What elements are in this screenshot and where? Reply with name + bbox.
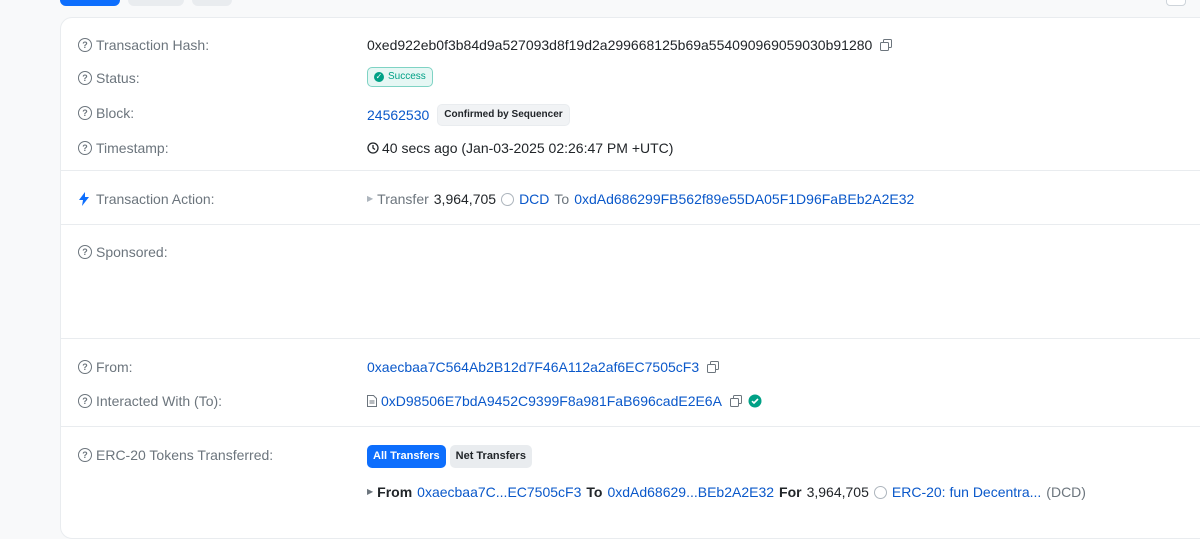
label-transaction-hash: ? Transaction Hash: <box>78 36 209 54</box>
value-block: 24562530 Confirmed by Sequencer <box>367 104 570 126</box>
action-amount: 3,964,705 <box>433 191 497 207</box>
clock-icon <box>367 142 379 154</box>
question-icon[interactable]: ? <box>78 106 92 120</box>
divider <box>61 170 1200 171</box>
tab-overview[interactable] <box>60 0 120 6</box>
transaction-details-card: ? Transaction Hash: 0xed922eb0f3b84d9a52… <box>60 17 1200 539</box>
value-status: ✓ Success <box>367 67 433 87</box>
all-transfers-button[interactable]: All Transfers <box>367 445 446 468</box>
value-from: 0xaecbaa7C564Ab2B12d7F46A112a2af6EC7505c… <box>367 358 720 376</box>
tab-state[interactable] <box>192 0 232 6</box>
status-badge: ✓ Success <box>367 67 433 87</box>
erc20-from-link[interactable]: 0xaecbaa7C...EC7505cF3 <box>417 483 581 501</box>
divider <box>61 426 1200 427</box>
label-status: ? Status: <box>78 69 140 87</box>
sequencer-badge: Confirmed by Sequencer <box>437 104 570 126</box>
label-interacted-with: ? Interacted With (To): <box>78 392 222 410</box>
copy-icon[interactable] <box>880 39 893 51</box>
erc20-amount: 3,964,705 <box>806 484 869 500</box>
caret-right-icon: ▶ <box>367 194 374 203</box>
label-block: ? Block: <box>78 104 134 122</box>
question-icon[interactable]: ? <box>78 394 92 408</box>
transaction-hash-text: 0xed922eb0f3b84d9a527093d8f19d2a29966812… <box>367 37 873 53</box>
value-transaction-hash: 0xed922eb0f3b84d9a527093d8f19d2a29966812… <box>367 36 893 54</box>
question-icon[interactable]: ? <box>78 360 92 374</box>
lightning-icon <box>79 192 89 206</box>
copy-icon[interactable] <box>729 395 742 407</box>
copy-icon[interactable] <box>707 361 720 373</box>
divider <box>61 224 1200 225</box>
contract-file-icon <box>367 395 377 407</box>
question-icon[interactable]: ? <box>78 38 92 52</box>
tab-logs[interactable] <box>128 0 184 6</box>
label-sponsored: ? Sponsored: <box>78 243 168 261</box>
token-icon <box>501 192 515 206</box>
question-icon[interactable]: ? <box>78 71 92 85</box>
question-icon[interactable]: ? <box>78 245 92 259</box>
options-button[interactable] <box>1166 0 1186 6</box>
action-token-link[interactable]: DCD <box>519 190 549 208</box>
check-circle-icon: ✓ <box>374 72 384 82</box>
from-address-link[interactable]: 0xaecbaa7C564Ab2B12d7F46A112a2af6EC7505c… <box>367 358 699 376</box>
erc20-token-link[interactable]: ERC-20: fun Decentra... <box>892 483 1041 501</box>
label-erc20-transfers: ? ERC-20 Tokens Transferred: <box>78 446 273 464</box>
divider <box>61 338 1200 339</box>
block-number-link[interactable]: 24562530 <box>367 106 429 124</box>
question-icon[interactable]: ? <box>78 141 92 155</box>
action-to-address-link[interactable]: 0xdAd686299FB562f89e55DA05F1D96FaBEb2A2E… <box>574 190 914 208</box>
question-icon[interactable]: ? <box>78 448 92 462</box>
erc20-transfer-item: ▶ From 0xaecbaa7C...EC7505cF3 To 0xdAd68… <box>367 483 1086 501</box>
interacted-address-link[interactable]: 0xD98506E7bdA9452C9399F8a981FaB696cadE2E… <box>381 392 722 410</box>
label-timestamp: ? Timestamp: <box>78 139 169 157</box>
net-transfers-button[interactable]: Net Transfers <box>449 445 532 468</box>
label-transaction-action: Transaction Action: <box>78 190 215 208</box>
erc20-tab-group: All Transfers Net Transfers <box>367 445 532 468</box>
caret-right-icon[interactable]: ▶ <box>367 483 373 501</box>
erc20-token-symbol: (DCD) <box>1046 484 1086 500</box>
value-transaction-action: ▶ Transfer 3,964,705 DCD To 0xdAd686299F… <box>367 190 915 208</box>
value-interacted-with: 0xD98506E7bdA9452C9399F8a981FaB696cadE2E… <box>367 392 762 410</box>
value-timestamp: 40 secs ago (Jan-03-2025 02:26:47 PM +UT… <box>367 139 673 157</box>
erc20-to-link[interactable]: 0xdAd68629...BEb2A2E32 <box>607 483 774 501</box>
token-icon <box>873 485 887 499</box>
verified-check-icon <box>748 394 762 408</box>
label-from: ? From: <box>78 358 133 376</box>
